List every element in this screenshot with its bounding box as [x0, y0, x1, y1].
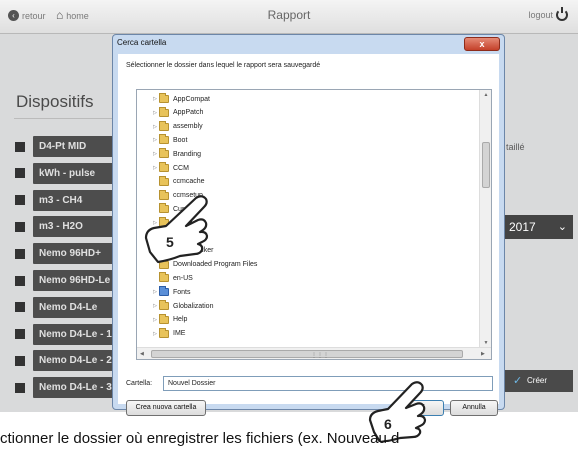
- step-5-label: 5: [166, 234, 174, 250]
- top-bar: ‹ retour ⌂ home Rapport logout: [0, 0, 578, 34]
- device-checkbox[interactable]: [15, 329, 25, 340]
- folder-name: Boot: [173, 136, 188, 144]
- folder-item[interactable]: ▷ Globalization: [151, 300, 213, 312]
- year-select[interactable]: 2017 ⌄: [505, 215, 573, 239]
- expand-arrow-icon[interactable]: ▷: [151, 110, 159, 116]
- folder-name: AppPatch: [173, 109, 204, 117]
- create-button[interactable]: ✓ Créer: [505, 370, 573, 392]
- folder-name: CCM: [173, 164, 189, 172]
- folder-name: Help: [173, 316, 188, 324]
- folder-name: assembly: [173, 123, 203, 131]
- expand-arrow-icon[interactable]: ▷: [151, 151, 159, 157]
- vertical-scrollbar[interactable]: ▲ ▼: [479, 90, 491, 349]
- dialog-close-button[interactable]: x: [464, 37, 500, 51]
- folder-item[interactable]: ▷ AppPatch: [151, 106, 204, 119]
- detail-label: taillé: [506, 142, 525, 152]
- scroll-right-icon[interactable]: ▶: [481, 348, 485, 359]
- folder-name: IME: [173, 330, 186, 338]
- instruction-caption: ctionner le dossier où enregistrer les f…: [0, 430, 400, 447]
- horizontal-scroll-thumb[interactable]: ⋮⋮⋮: [151, 350, 463, 359]
- scroll-grip-icon: ⋮⋮⋮: [311, 353, 329, 359]
- device-checkbox[interactable]: [15, 168, 25, 179]
- folder-item[interactable]: ▷ Fonts: [151, 286, 191, 298]
- folder-item[interactable]: ccmcache: [151, 175, 205, 188]
- device-checkbox[interactable]: [15, 302, 25, 313]
- folder-item[interactable]: ▷ assembly: [151, 120, 203, 133]
- cancel-button[interactable]: Annulla: [450, 400, 498, 416]
- expand-arrow-icon[interactable]: ▷: [151, 96, 159, 102]
- scroll-left-icon[interactable]: ◀: [140, 348, 144, 359]
- expand-arrow-icon[interactable]: ▷: [151, 303, 159, 309]
- devices-heading: Dispositifs: [16, 92, 94, 111]
- scroll-up-icon[interactable]: ▲: [480, 92, 491, 98]
- device-checkbox[interactable]: [15, 382, 25, 393]
- create-label: Créer: [527, 376, 548, 385]
- folder-name: Fonts: [173, 288, 191, 296]
- device-checkbox[interactable]: [15, 221, 25, 232]
- folder-item[interactable]: ▷ Branding: [151, 148, 201, 160]
- folder-name: AppCompat: [173, 95, 210, 103]
- dialog-instruction: Sélectionner le dossier dans lequel le r…: [126, 62, 321, 69]
- expand-arrow-icon[interactable]: ▷: [151, 331, 159, 337]
- expand-arrow-icon[interactable]: ▷: [151, 165, 159, 171]
- check-icon: ✓: [513, 375, 523, 387]
- folder-icon: [159, 286, 169, 297]
- folder-icon: [159, 162, 169, 172]
- folder-name: Branding: [173, 150, 202, 158]
- close-icon: x: [479, 39, 485, 49]
- folder-icon: [159, 272, 169, 283]
- folder-item[interactable]: en-US: [151, 272, 193, 284]
- folder-icon: [159, 300, 169, 310]
- vertical-scroll-thumb[interactable]: [482, 142, 490, 188]
- device-checkbox[interactable]: [15, 195, 25, 206]
- expand-arrow-icon[interactable]: ▷: [151, 317, 159, 323]
- folder-name: ccmcache: [173, 178, 205, 186]
- folder-name: en-US: [173, 274, 193, 282]
- hand-pointer-icon: [144, 195, 209, 264]
- year-value: 2017: [509, 220, 536, 234]
- logout-button[interactable]: logout: [528, 7, 568, 21]
- new-folder-button[interactable]: Crea nuova cartella: [126, 400, 206, 416]
- folder-icon: [159, 327, 169, 338]
- folder-item[interactable]: ▷ Boot: [151, 134, 187, 146]
- device-checkbox[interactable]: [15, 275, 25, 286]
- page-title: Rapport: [267, 8, 311, 22]
- horizontal-scrollbar[interactable]: ◀ ⋮⋮⋮ ▶: [137, 347, 491, 359]
- device-checkbox[interactable]: [15, 141, 25, 152]
- expand-arrow-icon[interactable]: ▷: [151, 137, 159, 143]
- folder-name: Globalization: [173, 302, 214, 310]
- dialog-title: Cerca cartella: [117, 38, 167, 47]
- app-window: ‹ retour ⌂ home Rapport logout Dispositi…: [0, 0, 578, 416]
- folder-item[interactable]: ▷ AppCompat: [151, 93, 210, 105]
- folder-name-label: Cartella:: [126, 380, 153, 387]
- folder-icon: [159, 106, 169, 117]
- power-icon: [556, 7, 568, 21]
- expand-arrow-icon[interactable]: ▷: [151, 124, 159, 130]
- folder-icon: [159, 175, 169, 186]
- device-checkbox[interactable]: [15, 355, 25, 366]
- folder-icon: [159, 134, 169, 145]
- folder-icon: [159, 313, 169, 324]
- chevron-down-icon: ⌄: [557, 221, 567, 233]
- expand-arrow-icon[interactable]: ▷: [151, 289, 159, 295]
- folder-icon: [159, 120, 169, 131]
- logout-label: logout: [528, 10, 553, 20]
- folder-item[interactable]: ▷ CCM: [151, 162, 189, 174]
- device-checkbox[interactable]: [15, 248, 25, 259]
- folder-icon: [159, 148, 169, 159]
- scroll-down-icon[interactable]: ▼: [480, 340, 491, 346]
- folder-item[interactable]: ▷ IME: [151, 327, 186, 340]
- folder-item[interactable]: ▷ Help: [151, 313, 188, 326]
- folder-icon: [159, 93, 169, 103]
